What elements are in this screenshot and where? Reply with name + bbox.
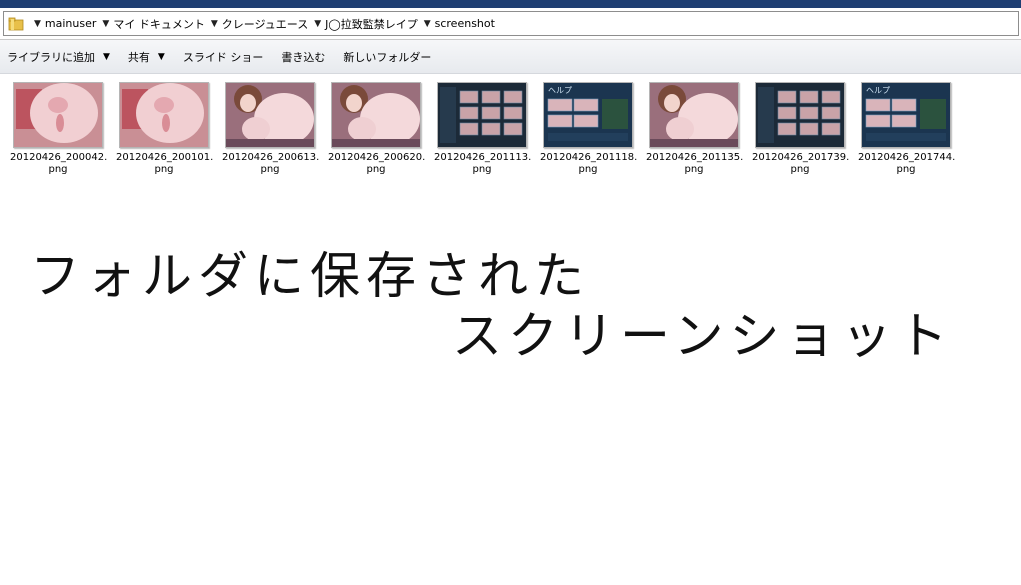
- file-item[interactable]: 20120426_201739. png: [752, 82, 849, 176]
- file-name[interactable]: 20120426_201739.: [752, 152, 849, 164]
- chevron-down-icon[interactable]: ▼: [211, 19, 218, 29]
- file-name[interactable]: 20120426_201113.: [434, 152, 531, 164]
- breadcrumb-item-courage-ace[interactable]: クレージュエース: [222, 16, 308, 32]
- new-folder-button[interactable]: 新しいフォルダー: [334, 40, 440, 73]
- file-name[interactable]: 20120426_200042.: [10, 152, 107, 164]
- file-thumbnail[interactable]: [225, 82, 315, 148]
- file-extension[interactable]: png: [222, 164, 318, 176]
- breadcrumb-item-my-documents[interactable]: マイ ドキュメント: [113, 16, 205, 32]
- command-bar: ライブラリに追加 ▼ 共有 ▼ スライド ショー 書き込む 新しいフォルダー: [0, 40, 1021, 74]
- new-folder-label: 新しいフォルダー: [343, 50, 432, 64]
- file-name[interactable]: 20120426_201135.: [646, 152, 743, 164]
- file-extension[interactable]: png: [434, 164, 530, 176]
- chevron-down-icon[interactable]: ▼: [424, 19, 431, 29]
- file-thumbnail[interactable]: [755, 82, 845, 148]
- svg-text:ヘルプ: ヘルプ: [548, 86, 572, 95]
- file-name[interactable]: 20120426_201118.: [540, 152, 637, 164]
- burn-label: 書き込む: [281, 50, 326, 64]
- file-item[interactable]: 20120426_200042. png: [10, 82, 107, 176]
- breadcrumb-item-screenshot[interactable]: screenshot: [435, 17, 495, 30]
- chevron-down-icon[interactable]: ▼: [102, 19, 109, 29]
- file-thumbnail[interactable]: [119, 82, 209, 148]
- share-button[interactable]: 共有 ▼: [119, 40, 174, 73]
- file-item[interactable]: 20120426_200613. png: [222, 82, 319, 176]
- caption-line-2: スクリーンショット: [452, 307, 954, 365]
- file-extension[interactable]: png: [116, 164, 212, 176]
- add-to-library-button[interactable]: ライブラリに追加 ▼: [0, 40, 119, 73]
- slideshow-button[interactable]: スライド ショー: [174, 40, 273, 73]
- chevron-down-icon: ▼: [103, 51, 110, 62]
- file-thumbnail[interactable]: [437, 82, 527, 148]
- svg-text:ヘルプ: ヘルプ: [866, 86, 890, 95]
- slideshow-label: スライド ショー: [182, 50, 264, 64]
- breadcrumb-item-mainuser[interactable]: mainuser: [45, 17, 96, 30]
- file-item[interactable]: 20120426_201113. png: [434, 82, 531, 176]
- window-title-bar: [0, 0, 1021, 8]
- file-extension[interactable]: png: [540, 164, 636, 176]
- file-thumbnail[interactable]: [649, 82, 739, 148]
- share-label: 共有: [127, 50, 150, 64]
- add-to-library-label: ライブラリに追加: [7, 50, 95, 64]
- chevron-down-icon[interactable]: ▼: [34, 19, 41, 29]
- file-name[interactable]: 20120426_200613.: [222, 152, 319, 164]
- file-extension[interactable]: png: [646, 164, 742, 176]
- file-list: 20120426_200042. png 20120426_200101. png 20…: [0, 74, 1021, 585]
- caption-line-1: フォルダに保存された: [30, 247, 590, 305]
- file-extension[interactable]: png: [858, 164, 954, 176]
- file-extension[interactable]: png: [752, 164, 848, 176]
- file-item[interactable]: 20120426_201135. png: [646, 82, 743, 176]
- breadcrumb-item-game[interactable]: J◯拉致監禁レイプ: [325, 16, 418, 32]
- file-thumbnail[interactable]: [331, 82, 421, 148]
- breadcrumb[interactable]: ▼ mainuser ▼ マイ ドキュメント ▼ クレージュエース ▼ J◯拉致…: [3, 11, 1019, 36]
- file-thumbnail[interactable]: ヘルプ: [543, 82, 633, 148]
- file-item[interactable]: ヘルプ 20120426_201744. png: [858, 82, 955, 176]
- file-extension[interactable]: png: [10, 164, 106, 176]
- chevron-down-icon: ▼: [157, 51, 165, 62]
- file-thumbnail[interactable]: ヘルプ: [861, 82, 951, 148]
- file-item[interactable]: 20120426_200620. png: [328, 82, 425, 176]
- file-extension[interactable]: png: [328, 164, 424, 176]
- file-item[interactable]: 20120426_200101. png: [116, 82, 213, 176]
- file-name[interactable]: 20120426_201744.: [858, 152, 955, 164]
- chevron-down-icon[interactable]: ▼: [314, 19, 321, 29]
- address-bar: ▼ mainuser ▼ マイ ドキュメント ▼ クレージュエース ▼ J◯拉致…: [0, 8, 1021, 40]
- file-name[interactable]: 20120426_200620.: [328, 152, 425, 164]
- file-item[interactable]: ヘルプ 20120426_201118. png: [540, 82, 637, 176]
- file-name[interactable]: 20120426_200101.: [116, 152, 213, 164]
- file-thumbnail[interactable]: [13, 82, 103, 148]
- folder-icon: [8, 16, 24, 32]
- burn-button[interactable]: 書き込む: [272, 40, 334, 73]
